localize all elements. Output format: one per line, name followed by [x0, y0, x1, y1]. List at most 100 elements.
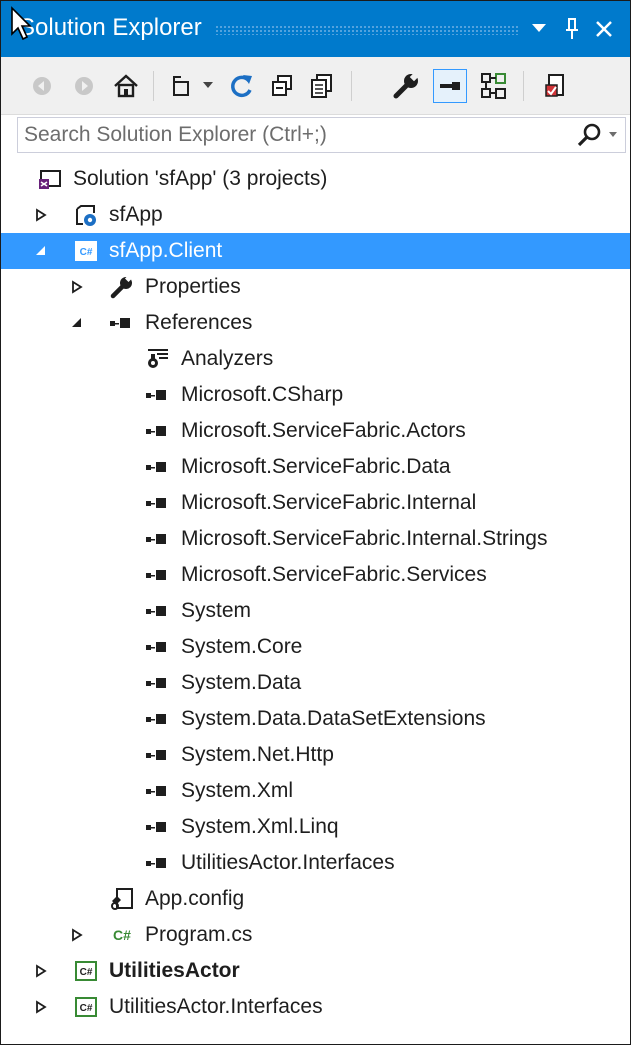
solution-explorer-window: Solution Explorer Search Solution Explor…	[0, 0, 631, 1045]
tree-item-label: Microsoft.ServiceFabric.Internal	[181, 491, 477, 514]
tree-item[interactable]: C# UtilitiesActor	[1, 953, 630, 989]
tree-item[interactable]: C# sfApp.Client	[1, 233, 630, 269]
switch-views-button[interactable]	[167, 69, 201, 103]
search-input[interactable]	[24, 122, 554, 148]
back-icon	[33, 77, 51, 95]
back-button[interactable]	[25, 69, 59, 103]
tree-item[interactable]: Solution 'sfApp' (3 projects)	[1, 161, 630, 197]
tree-item-label: UtilitiesActor	[109, 959, 240, 982]
expand-arrow-icon[interactable]	[31, 953, 51, 989]
home-button[interactable]	[109, 69, 143, 103]
analyzer-icon	[145, 346, 171, 372]
collapse-all-icon	[272, 75, 292, 96]
tree-item-label: Analyzers	[181, 347, 274, 370]
tree-item-label: System.Net.Http	[181, 743, 334, 766]
tree-item-label: App.config	[145, 887, 245, 910]
collapse-all-button[interactable]	[265, 69, 299, 103]
collapse-arrow-icon[interactable]	[31, 233, 51, 269]
svg-text:C#: C#	[80, 247, 93, 258]
tree-item-label: UtilitiesActor.Interfaces	[109, 995, 323, 1018]
tree-item-label: Microsoft.ServiceFabric.Services	[181, 563, 487, 586]
tree-item[interactable]: sfApp	[1, 197, 630, 233]
class-view-button[interactable]	[477, 69, 511, 103]
forward-button[interactable]	[67, 69, 101, 103]
tree-item[interactable]: C# Program.cs	[1, 917, 630, 953]
tree-item-label: Microsoft.CSharp	[181, 383, 344, 406]
collapse-arrow-icon[interactable]	[67, 305, 87, 341]
tree-item[interactable]: C# UtilitiesActor.Interfaces	[1, 989, 630, 1025]
tree-item[interactable]: System.Data.DataSetExtensions	[1, 701, 630, 737]
tree-item-label: sfApp.Client	[109, 239, 223, 262]
tree-item-label: Microsoft.ServiceFabric.Data	[181, 455, 451, 478]
wrench-icon	[393, 72, 419, 99]
expand-arrow-icon[interactable]	[31, 989, 51, 1025]
tree-item-label: Microsoft.ServiceFabric.Internal.Strings	[181, 527, 548, 550]
properties-button[interactable]	[389, 69, 423, 103]
tree-item[interactable]: App.config	[1, 881, 630, 917]
expand-arrow-icon[interactable]	[31, 197, 51, 233]
reference-icon	[145, 814, 171, 840]
tree-item[interactable]: System.Xml.Linq	[1, 809, 630, 845]
tree-item-label: System.Data	[181, 671, 302, 694]
tree-item[interactable]: Properties	[1, 269, 630, 305]
tree-item[interactable]: Microsoft.ServiceFabric.Internal.Strings	[1, 521, 630, 557]
tree-item[interactable]: System.Data	[1, 665, 630, 701]
close-icon	[596, 21, 612, 37]
show-all-files-button[interactable]	[305, 69, 339, 103]
tree-item[interactable]: Microsoft.ServiceFabric.Actors	[1, 413, 630, 449]
refresh-button[interactable]	[225, 69, 259, 103]
tree-item[interactable]: Microsoft.ServiceFabric.Data	[1, 449, 630, 485]
tree-item[interactable]: System.Core	[1, 629, 630, 665]
preview-selected-items-button[interactable]	[433, 69, 467, 103]
wrench-icon	[109, 274, 135, 300]
tree-item-label: UtilitiesActor.Interfaces	[181, 851, 395, 874]
preview-icon	[440, 82, 460, 90]
expand-arrow-icon[interactable]	[67, 917, 87, 953]
search-icon	[577, 123, 617, 147]
tree-item[interactable]: Microsoft.ServiceFabric.Services	[1, 557, 630, 593]
tree-item[interactable]: System	[1, 593, 630, 629]
tree-item-label: Microsoft.ServiceFabric.Actors	[181, 419, 466, 442]
mouse-cursor	[11, 6, 32, 40]
toolbar-separator	[351, 71, 352, 101]
solution-icon	[37, 166, 63, 192]
chevron-down-icon	[532, 24, 546, 32]
home-icon	[114, 74, 138, 98]
toolbar	[1, 57, 630, 115]
search-button[interactable]	[569, 121, 619, 149]
reference-icon	[145, 706, 171, 732]
tree-item[interactable]: Analyzers	[1, 341, 630, 377]
reference-icon	[145, 382, 171, 408]
tree-item[interactable]: UtilitiesActor.Interfaces	[1, 845, 630, 881]
forward-icon	[75, 77, 93, 95]
reference-icon	[145, 598, 171, 624]
tree-item-label: System.Data.DataSetExtensions	[181, 707, 486, 730]
reference-icon	[145, 526, 171, 552]
pending-changes-button[interactable]	[539, 69, 573, 103]
tree-item-label: System	[181, 599, 252, 622]
tree-item-label: sfApp	[109, 203, 163, 226]
switch-views-dropdown[interactable]	[197, 69, 219, 103]
tree-item-label: System.Core	[181, 635, 303, 658]
csharp-file-icon: C#	[109, 922, 135, 948]
tree-item[interactable]: Microsoft.ServiceFabric.Internal	[1, 485, 630, 521]
title-bar[interactable]: Solution Explorer	[1, 1, 630, 57]
reference-icon	[145, 418, 171, 444]
tree-item[interactable]: System.Net.Http	[1, 737, 630, 773]
tree-item-label: Solution 'sfApp' (3 projects)	[73, 167, 328, 190]
window-options-button[interactable]	[524, 9, 554, 49]
tree-item[interactable]: Microsoft.CSharp	[1, 377, 630, 413]
pin-button[interactable]	[557, 9, 587, 49]
search-box[interactable]	[17, 117, 626, 153]
references-icon	[109, 310, 135, 336]
svg-text:C#: C#	[113, 927, 131, 943]
expand-arrow-icon[interactable]	[67, 269, 87, 305]
tree-item[interactable]: References	[1, 305, 630, 341]
chevron-down-icon	[203, 82, 213, 88]
csharp-project-icon: C#	[73, 958, 99, 984]
pin-icon	[566, 18, 578, 39]
tree-item[interactable]: System.Xml	[1, 773, 630, 809]
drag-grip[interactable]	[215, 25, 520, 35]
close-button[interactable]	[589, 9, 619, 49]
reference-icon	[145, 742, 171, 768]
